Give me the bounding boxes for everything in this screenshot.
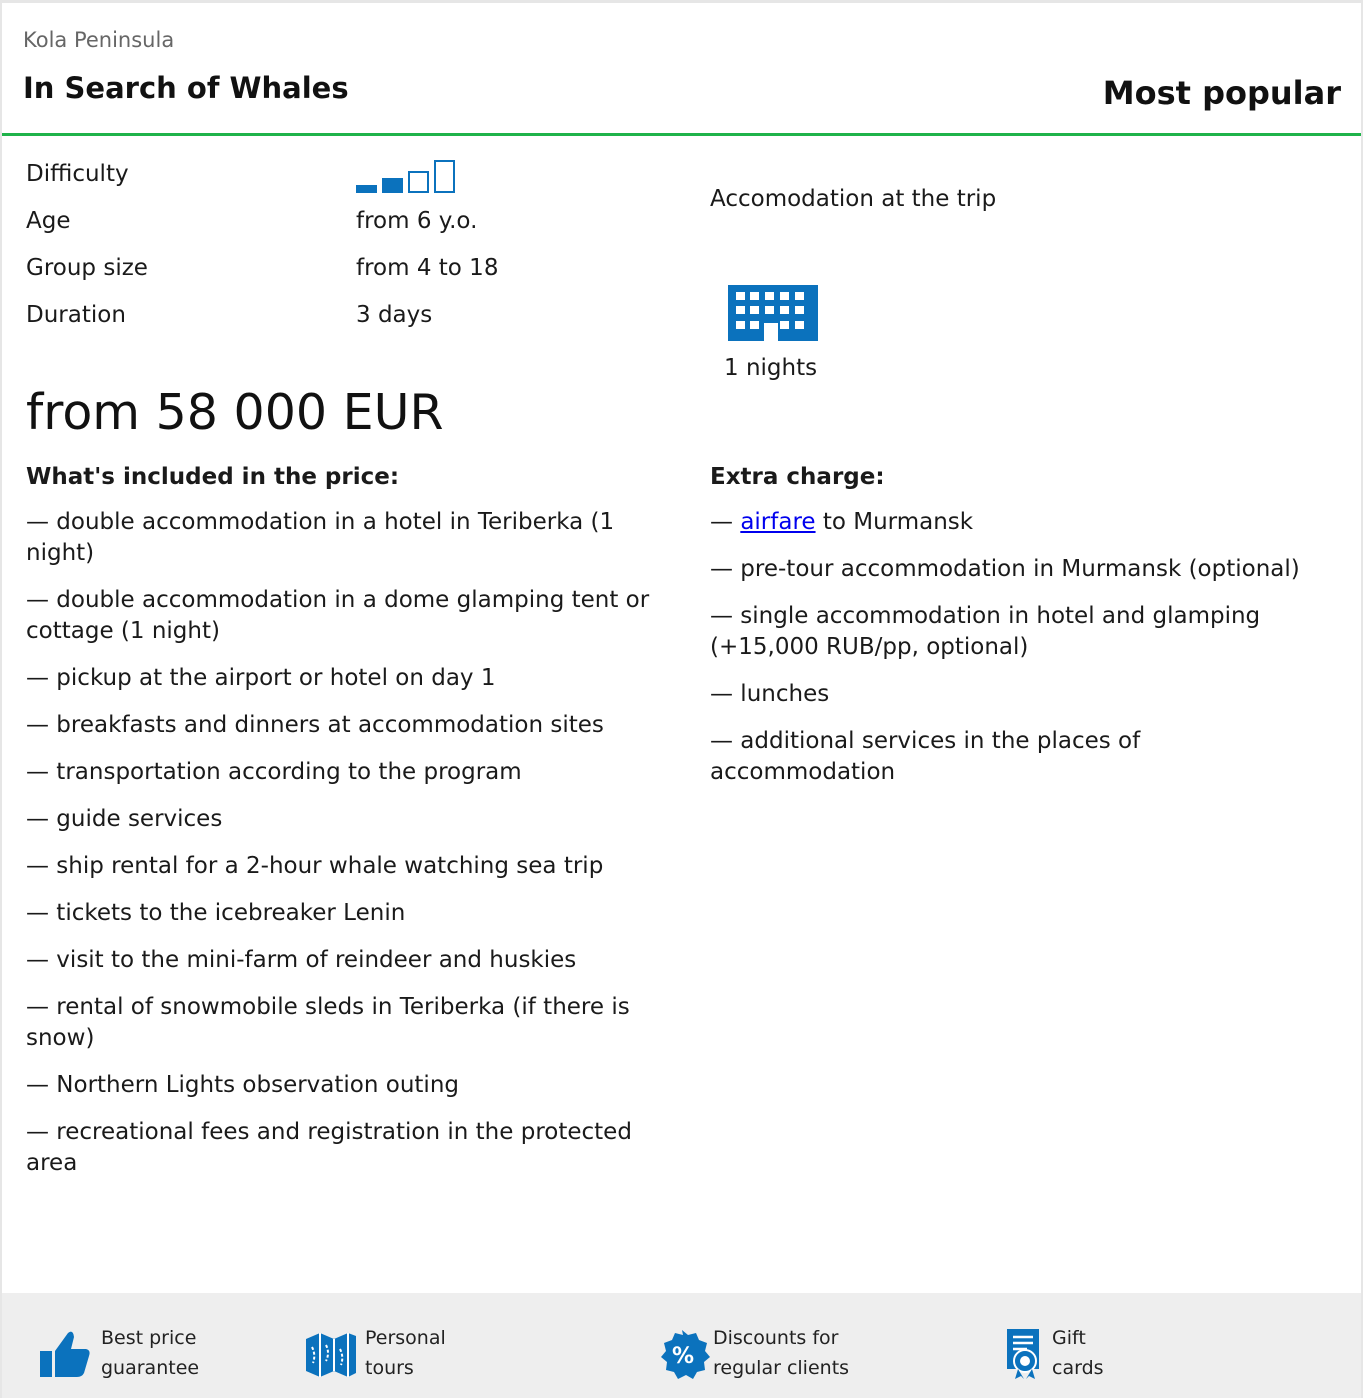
difficulty-bar-3 xyxy=(408,171,429,193)
region-label: Kola Peninsula xyxy=(23,28,175,52)
feature-line: Discounts for xyxy=(713,1327,839,1349)
list-item: — double accommodation in a hotel in Ter… xyxy=(26,509,615,566)
percent-badge-icon: % xyxy=(661,1330,710,1379)
list-item: — lunches xyxy=(710,681,830,707)
tour-card: Kola Peninsula In Search of Whales Most … xyxy=(0,0,1363,1398)
feature-line: Best price xyxy=(101,1327,197,1349)
list-item: — single accommodation in hotel and glam… xyxy=(710,603,1261,660)
group-size-row: Group size from 4 to 18 xyxy=(26,251,626,298)
popularity-badge: Most popular xyxy=(1102,74,1341,112)
group-size-value: from 4 to 18 xyxy=(356,255,499,281)
list-item: — airfare to Murmansk xyxy=(710,507,1330,538)
feature-text: Personal tours xyxy=(365,1323,446,1383)
thumbs-up-icon xyxy=(40,1331,90,1377)
difficulty-bar-4 xyxy=(434,160,455,193)
list-item: — rental of snowmobile sleds in Teriberk… xyxy=(26,994,630,1051)
tour-params: Difficulty Age from 6 y.o. Group size fr… xyxy=(26,157,626,345)
airfare-suffix: to Murmansk xyxy=(815,509,974,535)
list-item: — ship rental for a 2-hour whale watchin… xyxy=(26,853,604,879)
feature-text: Discounts for regular clients xyxy=(713,1323,849,1383)
feature-line: Gift xyxy=(1052,1327,1086,1349)
svg-text:%: % xyxy=(672,1344,694,1369)
list-item: — visit to the mini-farm of reindeer and… xyxy=(26,947,577,973)
extra-charge-section: Extra charge: — airfare to Murmansk — pr… xyxy=(710,461,1330,804)
certificate-icon xyxy=(1007,1329,1039,1379)
group-size-label: Group size xyxy=(26,255,148,281)
list-item: — double accommodation in a dome glampin… xyxy=(26,587,650,644)
nights-count: 1 nights xyxy=(724,355,818,381)
extra-charge-heading: Extra charge: xyxy=(710,464,885,490)
list-item: — additional services in the places of a… xyxy=(710,728,1141,785)
accommodation-title: Accomodation at the trip xyxy=(710,186,997,212)
feature-line: tours xyxy=(365,1357,414,1379)
duration-value: 3 days xyxy=(356,302,433,328)
difficulty-bar-2 xyxy=(382,178,403,193)
age-value: from 6 y.o. xyxy=(356,208,478,234)
feature-text: Gift cards xyxy=(1052,1323,1104,1383)
tour-header: Kola Peninsula In Search of Whales Most … xyxy=(2,3,1361,136)
duration-row: Duration 3 days xyxy=(26,298,626,345)
difficulty-indicator xyxy=(356,159,466,193)
included-heading: What's included in the price: xyxy=(26,464,400,490)
list-item: — breakfasts and dinners at accommodatio… xyxy=(26,712,604,738)
list-item: — Northern Lights observation outing xyxy=(26,1072,459,1098)
duration-label: Duration xyxy=(26,302,126,328)
list-item: — transportation according to the progra… xyxy=(26,759,522,785)
included-section: What's included in the price: — double a… xyxy=(26,461,666,1195)
benefits-footer: Best price guarantee Personal tours % Di… xyxy=(2,1293,1361,1398)
feature-text: Best price guarantee xyxy=(101,1323,199,1383)
feature-best-price[interactable]: Best price guarantee xyxy=(38,1323,238,1383)
feature-line: Personal xyxy=(365,1327,446,1349)
list-item: — recreational fees and registration in … xyxy=(26,1119,632,1176)
age-row: Age from 6 y.o. xyxy=(26,204,626,251)
feature-line: guarantee xyxy=(101,1357,200,1379)
accommodation-block: Accomodation at the trip 1 nights xyxy=(710,183,997,381)
list-item: — pickup at the airport or hotel on day … xyxy=(26,665,496,691)
map-icon xyxy=(306,1333,356,1377)
feature-gift-cards[interactable]: Gift cards xyxy=(1005,1323,1205,1383)
airfare-link[interactable]: airfare xyxy=(740,509,815,535)
difficulty-label: Difficulty xyxy=(26,161,129,187)
feature-line: cards xyxy=(1052,1357,1104,1379)
feature-discounts[interactable]: % Discounts for regular clients xyxy=(657,1323,917,1383)
difficulty-bar-1 xyxy=(356,185,377,193)
age-label: Age xyxy=(26,208,71,234)
list-item: — guide services xyxy=(26,806,223,832)
feature-line: regular clients xyxy=(713,1357,850,1379)
feature-personal-tours[interactable]: Personal tours xyxy=(304,1323,504,1383)
airfare-prefix: — xyxy=(710,509,741,535)
list-item: — tickets to the icebreaker Lenin xyxy=(26,900,406,926)
tour-price: from 58 000 EUR xyxy=(26,384,444,441)
list-item: — pre-tour accommodation in Murmansk (op… xyxy=(710,556,1300,582)
hotel-icon xyxy=(728,285,818,341)
difficulty-row: Difficulty xyxy=(26,157,626,204)
tour-title[interactable]: In Search of Whales xyxy=(23,71,349,105)
